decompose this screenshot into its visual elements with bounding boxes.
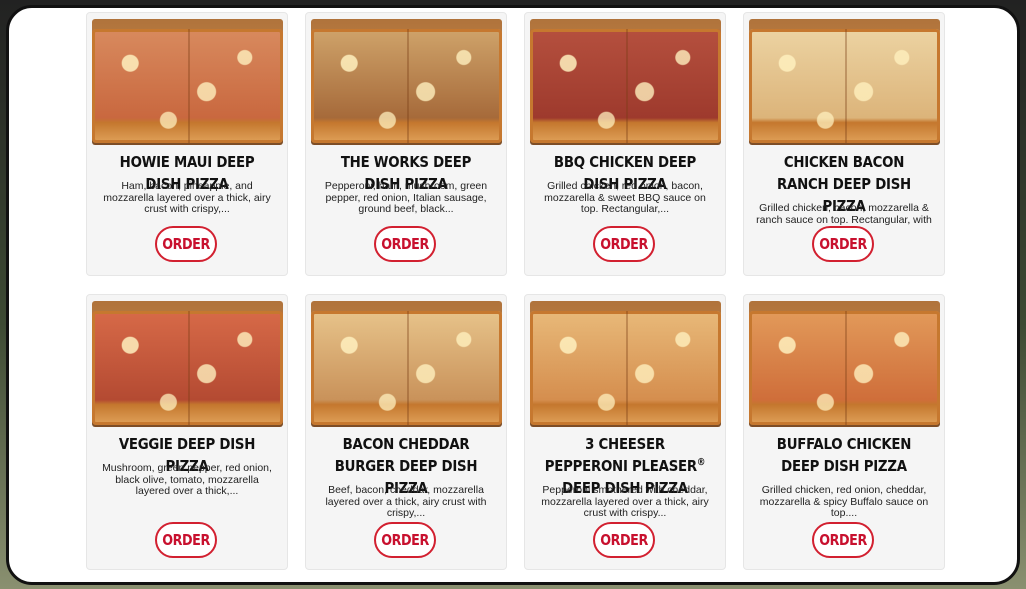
- menu-card-bacon-cheddar-burger[interactable]: BACON CHEDDAR BURGER DEEP DISH PIZZA Bee…: [305, 294, 507, 570]
- pizza-description: Grilled chicken, red onion, bacon, mozza…: [544, 180, 706, 215]
- order-button[interactable]: ORDER: [155, 226, 217, 262]
- menu-card-veggie[interactable]: VEGGIE DEEP DISH PIZZA Mushroom, green p…: [86, 294, 288, 570]
- menu-card-bbq-chicken[interactable]: BBQ CHICKEN DEEP DISH PIZZA Grilled chic…: [524, 12, 726, 276]
- pizza-image[interactable]: [530, 301, 721, 427]
- pizza-image[interactable]: [530, 19, 721, 145]
- pizza-description: Mushroom, green pepper, red onion, black…: [102, 462, 272, 497]
- menu-grid: HOWIE MAUI DEEP DISH PIZZA Ham, bacon, p…: [86, 12, 945, 570]
- registered-mark: ®: [696, 456, 706, 468]
- order-button[interactable]: ORDER: [155, 522, 217, 558]
- pizza-image[interactable]: [311, 19, 502, 145]
- order-button[interactable]: ORDER: [593, 522, 655, 558]
- order-button[interactable]: ORDER: [812, 226, 874, 262]
- pizza-image[interactable]: [311, 301, 502, 427]
- pizza-description: Ham, bacon, pineapple, and mozzarella la…: [103, 180, 271, 215]
- order-button[interactable]: ORDER: [374, 522, 436, 558]
- menu-card-buffalo-chicken[interactable]: BUFFALO CHICKEN DEEP DISH PIZZA Grilled …: [743, 294, 945, 570]
- menu-card-3-cheeser-pepperoni-pleaser[interactable]: 3 CHEESER PEPPERONI PLEASER® DEEP DISH P…: [524, 294, 726, 570]
- menu-card-the-works[interactable]: THE WORKS DEEP DISH PIZZA Pepperoni, ham…: [305, 12, 507, 276]
- browser-viewport: HOWIE MAUI DEEP DISH PIZZA Ham, bacon, p…: [6, 5, 1020, 585]
- pizza-description: Pepperoni, ham, mushroom, green pepper, …: [324, 180, 488, 215]
- pizza-description: Grilled chicken, red onion, cheddar, moz…: [759, 484, 929, 519]
- order-button[interactable]: ORDER: [593, 226, 655, 262]
- pizza-image[interactable]: [92, 301, 283, 427]
- pizza-image[interactable]: [749, 301, 940, 427]
- menu-card-howie-maui[interactable]: HOWIE MAUI DEEP DISH PIZZA Ham, bacon, p…: [86, 12, 288, 276]
- order-button[interactable]: ORDER: [812, 522, 874, 558]
- pizza-image[interactable]: [92, 19, 283, 145]
- order-button[interactable]: ORDER: [374, 226, 436, 262]
- pizza-image[interactable]: [749, 19, 940, 145]
- pizza-description: Pepperoni smothered with cheddar, mozzar…: [541, 484, 709, 519]
- menu-card-chicken-bacon-ranch[interactable]: CHICKEN BACON RANCH DEEP DISH PIZZA Gril…: [743, 12, 945, 276]
- pizza-title[interactable]: BUFFALO CHICKEN DEEP DISH PIZZA: [763, 433, 925, 477]
- pizza-description: Beef, bacon, cheddar, mozzarella layered…: [325, 484, 487, 519]
